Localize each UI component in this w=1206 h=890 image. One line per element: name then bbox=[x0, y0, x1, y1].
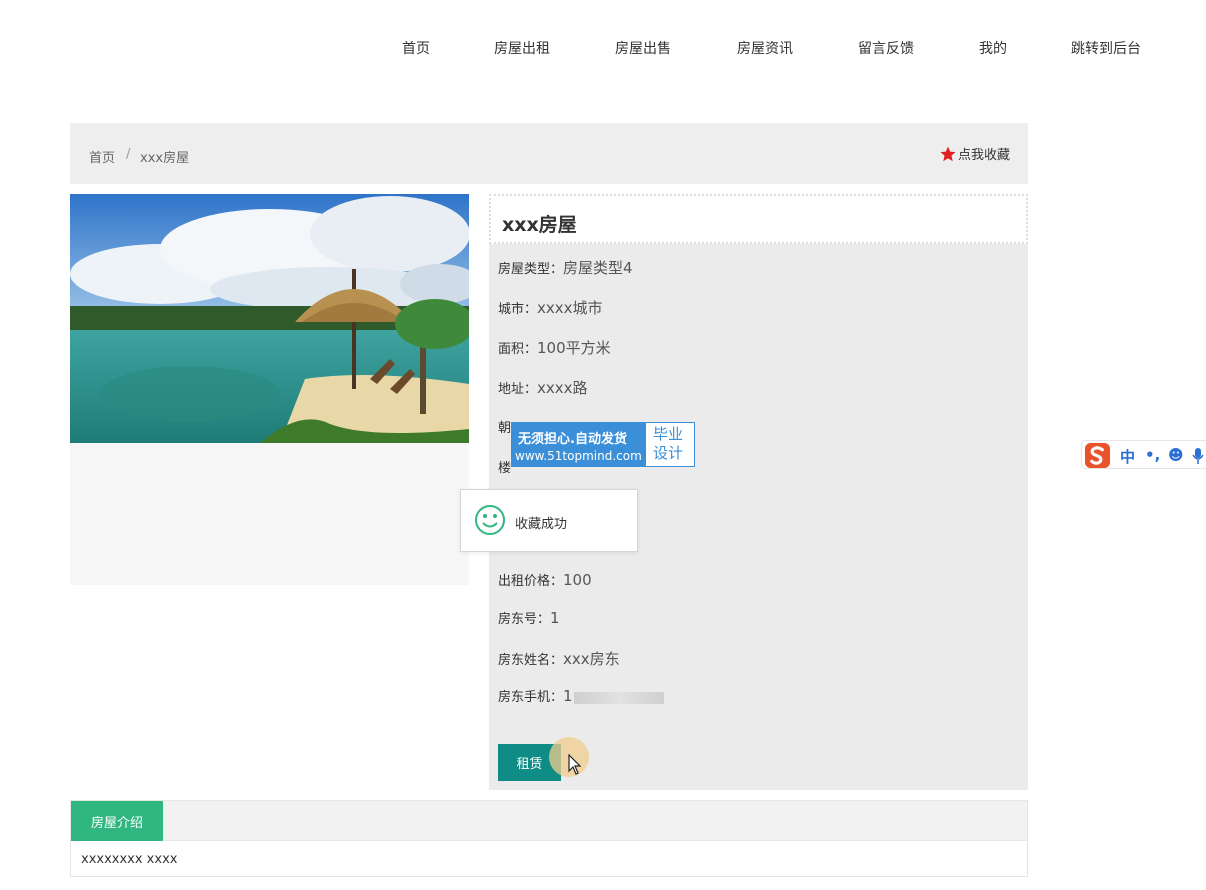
breadcrumb-separator: / bbox=[126, 147, 131, 162]
field-value: 房屋类型4 bbox=[563, 259, 633, 277]
top-navigation: 首页 房屋出租 房屋出售 房屋资讯 留言反馈 我的 跳转到后台 bbox=[0, 0, 1206, 95]
field-orientation: 朝 bbox=[498, 417, 511, 436]
field-landlord-id: 房东号：1 bbox=[498, 608, 560, 627]
field-label: 房屋类型： bbox=[498, 262, 564, 277]
detail-title-box: xxx房屋 bbox=[489, 194, 1028, 244]
ime-chinese-mode[interactable]: 中 bbox=[1120, 446, 1135, 467]
house-intro-section: 房屋介绍 xxxxxxxx xxxx bbox=[70, 800, 1028, 877]
sogou-logo-icon[interactable] bbox=[1084, 442, 1111, 469]
watermark-line1: 无须担心.自动发货 bbox=[518, 432, 627, 447]
field-value: 100 bbox=[563, 571, 592, 589]
field-city: 城市：xxxx城市 bbox=[498, 297, 603, 318]
breadcrumb-home[interactable]: 首页 bbox=[89, 147, 115, 166]
intro-tab-bar: 房屋介绍 bbox=[71, 801, 1027, 841]
field-value: 1 bbox=[550, 609, 560, 627]
nav-feedback[interactable]: 留言反馈 bbox=[858, 38, 914, 58]
nav-admin[interactable]: 跳转到后台 bbox=[1071, 38, 1141, 58]
smile-icon bbox=[475, 505, 505, 535]
field-value: xxxx城市 bbox=[537, 299, 603, 317]
watermark-right: 毕业设计 bbox=[653, 425, 684, 462]
field-value: 100平方米 bbox=[537, 339, 611, 357]
field-label: 房东号： bbox=[498, 612, 551, 627]
nav-home[interactable]: 首页 bbox=[402, 38, 430, 58]
favorite-label: 点我收藏 bbox=[957, 148, 1010, 163]
breadcrumb: 首页 / xxx房屋 点我收藏 bbox=[70, 123, 1028, 184]
house-title: xxx房屋 bbox=[502, 214, 577, 236]
field-value: 1 bbox=[563, 687, 573, 705]
favorite-button[interactable]: 点我收藏 bbox=[939, 144, 1010, 163]
field-label: 出租价格： bbox=[498, 574, 564, 589]
field-label: 城市： bbox=[498, 302, 538, 317]
field-label: 房东手机： bbox=[498, 690, 564, 705]
ime-punctuation[interactable]: •, bbox=[1145, 446, 1160, 464]
field-label: 朝 bbox=[498, 421, 512, 436]
intro-content: xxxxxxxx xxxx bbox=[81, 852, 178, 867]
watermark-line2: www.51topmind.com bbox=[515, 449, 642, 463]
nav-house-sale[interactable]: 房屋出售 bbox=[615, 38, 671, 58]
breadcrumb-current: xxx房屋 bbox=[140, 151, 190, 166]
field-value: xxxx路 bbox=[537, 379, 588, 397]
field-landlord-phone: 房东手机：1 bbox=[498, 686, 664, 705]
field-label: 地址： bbox=[498, 382, 538, 397]
watermark-left: 无须担心.自动发货 www.51topmind.com bbox=[512, 423, 646, 466]
star-icon bbox=[940, 146, 956, 161]
ime-emoji-icon[interactable]: ☻ bbox=[1168, 446, 1184, 464]
field-label: 楼 bbox=[498, 461, 512, 476]
house-photo bbox=[70, 194, 469, 443]
photo-panel bbox=[70, 194, 469, 585]
nav-house-rent[interactable]: 房屋出租 bbox=[494, 38, 550, 58]
field-floor: 楼 bbox=[498, 457, 511, 476]
field-label: 房东姓名： bbox=[498, 653, 564, 668]
mouse-cursor-icon bbox=[568, 754, 582, 775]
ime-toolbar: 中 •, ☻ bbox=[1081, 440, 1206, 469]
field-house-type: 房屋类型：房屋类型4 bbox=[498, 257, 633, 278]
field-value: xxx房东 bbox=[563, 650, 620, 668]
field-address: 地址：xxxx路 bbox=[498, 377, 588, 398]
field-landlord-name: 房东姓名：xxx房东 bbox=[498, 648, 620, 669]
field-area: 面积：100平方米 bbox=[498, 337, 611, 358]
microphone-icon[interactable] bbox=[1192, 447, 1204, 465]
field-rent-price: 出租价格：100 bbox=[498, 570, 592, 589]
tab-house-intro[interactable]: 房屋介绍 bbox=[71, 801, 163, 841]
watermark-overlay: 无须担心.自动发货 www.51topmind.com 毕业设计 bbox=[511, 422, 695, 467]
nav-house-news[interactable]: 房屋资讯 bbox=[737, 38, 793, 58]
field-label: 面积： bbox=[498, 342, 538, 357]
toast-message: 收藏成功 bbox=[460, 489, 638, 552]
nav-mine[interactable]: 我的 bbox=[979, 38, 1007, 58]
blurred-phone bbox=[573, 691, 664, 704]
toast-text: 收藏成功 bbox=[515, 517, 568, 532]
